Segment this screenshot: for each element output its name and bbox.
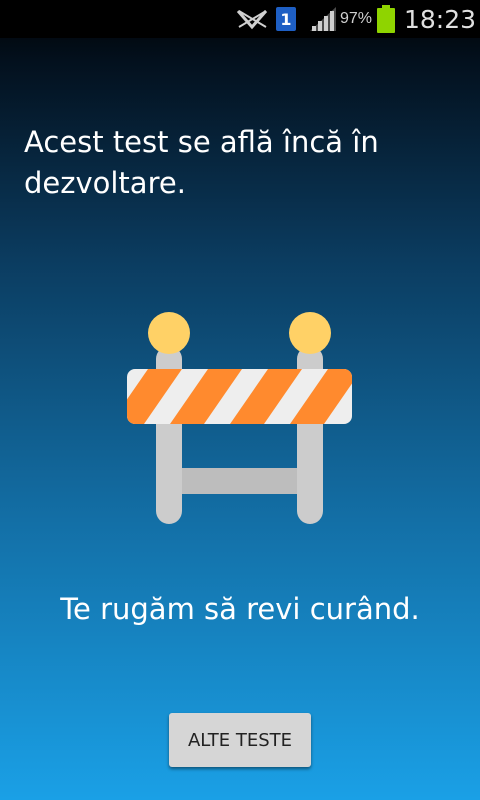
status-time: 18:23	[404, 4, 477, 34]
battery-charging-icon	[376, 0, 396, 38]
screen: 1 97% 18:23 Acest test se află încă în d…	[0, 0, 480, 800]
come-back-message: Te rugăm să revi curând.	[60, 592, 420, 626]
construction-barrier-icon	[120, 310, 360, 530]
status-bar: 1 97% 18:23	[0, 0, 480, 38]
other-tests-button[interactable]: ALTE TESTE	[169, 713, 311, 767]
signal-strength-icon	[308, 0, 338, 38]
no-signal-icon	[236, 0, 270, 38]
sim-slot-label: 1	[276, 7, 296, 31]
battery-percent: 97%	[340, 10, 373, 27]
headline: Acest test se află încă în dezvoltare.	[24, 125, 379, 200]
sim-card-icon: 1	[276, 0, 296, 38]
